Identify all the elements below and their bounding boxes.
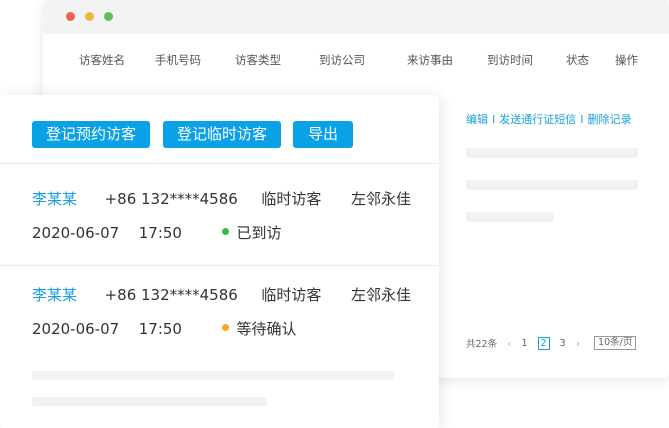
- column-header-visitor-type: 访客类型: [235, 53, 281, 67]
- column-header-company: 到访公司: [319, 53, 365, 67]
- visit-status: 已到访: [236, 224, 282, 242]
- pagination-prev-icon[interactable]: ‹: [507, 337, 511, 350]
- minimize-window-icon[interactable]: [85, 12, 94, 21]
- page-size-select[interactable]: 10条/页: [594, 336, 637, 350]
- pagination-current-page[interactable]: 2: [537, 336, 550, 350]
- edit-link[interactable]: 编辑: [466, 113, 488, 126]
- visitor-type: 临时访客: [261, 190, 322, 208]
- visit-time: 17:50: [138, 320, 182, 338]
- export-button[interactable]: 导出: [293, 121, 353, 148]
- visit-status: 等待确认: [236, 320, 297, 338]
- visit-date: 2020-06-07: [32, 320, 120, 338]
- delete-record-link[interactable]: 删除记录: [588, 113, 632, 126]
- pagination-total: 共22条: [466, 339, 498, 350]
- register-temporary-visitor-button[interactable]: 登记临时访客: [163, 121, 281, 148]
- maximize-window-icon[interactable]: [104, 12, 113, 21]
- action-separator: I: [492, 113, 496, 126]
- send-pass-sms-link[interactable]: 发送通行证短信: [499, 113, 576, 126]
- pagination-page[interactable]: 3: [560, 338, 566, 349]
- visitor-company: 左邻永佳: [350, 286, 411, 304]
- column-header-actions: 操作: [615, 53, 638, 67]
- placeholder-row: [466, 180, 638, 190]
- column-header-phone: 手机号码: [155, 53, 201, 67]
- pagination: 共22条 ‹ 1 2 3 › 10条/页: [466, 336, 637, 350]
- record-line-2: 2020-06-07 17:50 等待确认: [32, 318, 297, 339]
- divider: [0, 163, 439, 164]
- status-dot-icon: [221, 324, 229, 331]
- column-header-visit-time: 到访时间: [487, 53, 533, 67]
- placeholder-row: [32, 397, 267, 406]
- column-header-status: 状态: [566, 53, 589, 67]
- divider: [0, 265, 439, 266]
- action-separator: I: [580, 113, 584, 126]
- register-appointment-visitor-button[interactable]: 登记预约访客: [32, 121, 150, 148]
- close-window-icon[interactable]: [66, 12, 75, 21]
- placeholder-row: [466, 148, 638, 158]
- column-header-reason: 来访事由: [407, 53, 453, 67]
- window-titlebar: [43, 0, 669, 34]
- pagination-page[interactable]: 1: [522, 338, 528, 349]
- row-actions: 编辑 I 发送通行证短信 I 删除记录: [466, 111, 632, 127]
- visitor-phone: +86 132****4586: [104, 286, 238, 304]
- visitor-name-link[interactable]: 李某某: [32, 286, 77, 304]
- record-line-2: 2020-06-07 17:50 已到访: [32, 222, 282, 243]
- record-line-1: 李某某 +86 132****4586 临时访客 左邻永佳: [32, 284, 411, 305]
- record-line-1: 李某某 +86 132****4586 临时访客 左邻永佳: [32, 188, 411, 209]
- pagination-next-icon[interactable]: ›: [576, 337, 580, 350]
- visit-time: 17:50: [138, 224, 182, 242]
- placeholder-row: [32, 371, 394, 380]
- placeholder-row: [466, 212, 554, 222]
- visitor-company: 左邻永佳: [350, 190, 411, 208]
- visitor-name-link[interactable]: 李某某: [32, 190, 77, 208]
- column-header-visitor-name: 访客姓名: [79, 53, 125, 67]
- status-dot-icon: [221, 228, 229, 235]
- visitor-type: 临时访客: [261, 286, 322, 304]
- visitor-phone: +86 132****4586: [104, 190, 238, 208]
- visitor-card-panel: 登记预约访客 登记临时访客 导出 李某某 +86 132****4586 临时访…: [0, 95, 439, 428]
- visit-date: 2020-06-07: [32, 224, 120, 242]
